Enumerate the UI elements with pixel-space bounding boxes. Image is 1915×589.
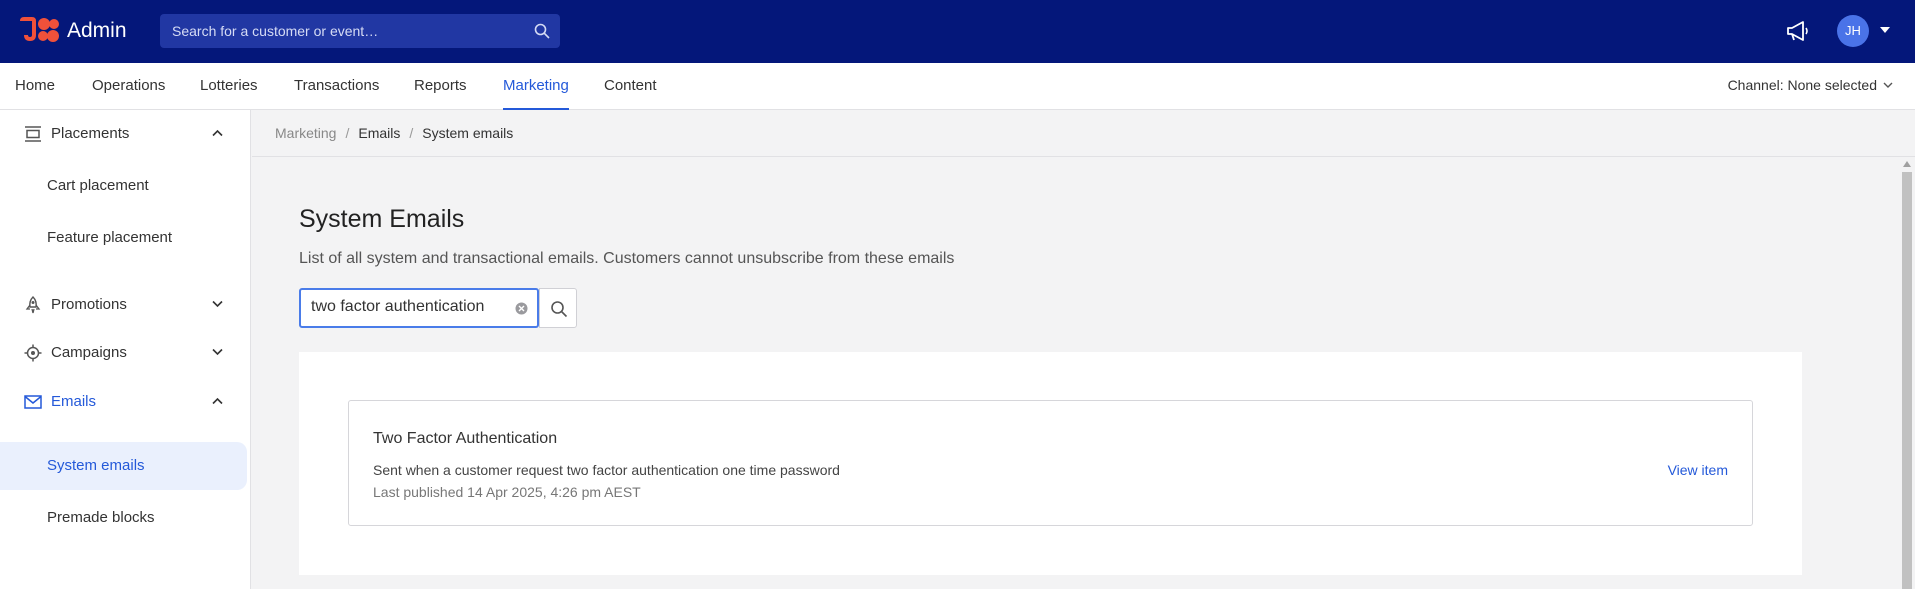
sidebar-item-label: Cart placement bbox=[47, 177, 149, 194]
list-item: Two Factor Authentication Sent when a cu… bbox=[348, 400, 1753, 526]
sidebar-item-label: Premade blocks bbox=[47, 509, 155, 526]
top-header: Admin Search for a customer or event… JH bbox=[0, 0, 1915, 63]
target-icon bbox=[24, 344, 42, 362]
sidebar-item-label: Promotions bbox=[51, 296, 127, 313]
sidebar-item-label: Campaigns bbox=[51, 344, 127, 361]
sidebar-item-feature-placement[interactable]: Feature placement bbox=[0, 214, 247, 262]
sidebar-item-label: Feature placement bbox=[47, 229, 173, 246]
placements-icon bbox=[25, 126, 41, 142]
results-panel: Two Factor Authentication Sent when a cu… bbox=[299, 352, 1802, 575]
chevron-up-icon bbox=[212, 397, 223, 405]
sidebar-item-campaigns[interactable]: Campaigns bbox=[0, 329, 247, 377]
email-description: Sent when a customer request two factor … bbox=[373, 462, 840, 478]
rocket-icon bbox=[25, 296, 41, 314]
sidebar-item-cart-placement[interactable]: Cart placement bbox=[0, 162, 247, 210]
logo-icon[interactable] bbox=[18, 15, 60, 43]
chevron-up-icon bbox=[212, 129, 223, 137]
scrollbar-thumb[interactable] bbox=[1902, 172, 1912, 589]
sidebar-item-premade-blocks[interactable]: Premade blocks bbox=[0, 494, 247, 542]
scrollbar[interactable] bbox=[1899, 157, 1915, 589]
avatar[interactable]: JH bbox=[1837, 15, 1869, 47]
chevron-down-icon bbox=[212, 348, 223, 356]
sidebar-item-system-emails[interactable]: System emails bbox=[0, 442, 247, 490]
breadcrumb-system-emails: System emails bbox=[422, 125, 514, 141]
megaphone-icon[interactable] bbox=[1786, 20, 1810, 42]
envelope-icon bbox=[24, 395, 42, 409]
sidebar: Placements Cart placement Feature placem… bbox=[0, 110, 251, 589]
global-search-input[interactable]: Search for a customer or event… bbox=[160, 14, 560, 48]
global-search-placeholder: Search for a customer or event… bbox=[172, 23, 379, 39]
chevron-down-icon bbox=[212, 300, 223, 308]
email-last-published: Last published 14 Apr 2025, 4:26 pm AEST bbox=[373, 484, 641, 500]
tab-content[interactable]: Content bbox=[604, 63, 657, 110]
search-icon bbox=[551, 301, 568, 318]
tab-reports[interactable]: Reports bbox=[414, 63, 467, 110]
breadcrumb-bar: Marketing / Emails / System emails bbox=[252, 110, 1915, 157]
breadcrumb-emails[interactable]: Emails bbox=[358, 125, 400, 141]
breadcrumb-separator: / bbox=[409, 125, 414, 141]
tab-transactions[interactable]: Transactions bbox=[294, 63, 379, 110]
page-title: System Emails bbox=[299, 205, 465, 233]
sidebar-item-label: Placements bbox=[51, 125, 130, 142]
page-description: List of all system and transactional ema… bbox=[299, 250, 955, 267]
scroll-up-icon[interactable] bbox=[1903, 161, 1911, 167]
email-search-input[interactable] bbox=[311, 298, 506, 316]
breadcrumb: Marketing / Emails / System emails bbox=[275, 125, 513, 141]
sidebar-item-emails[interactable]: Emails bbox=[0, 378, 247, 426]
view-item-link[interactable]: View item bbox=[1668, 462, 1728, 478]
breadcrumb-marketing[interactable]: Marketing bbox=[275, 125, 336, 141]
sidebar-item-promotions[interactable]: Promotions bbox=[0, 281, 247, 329]
tab-operations[interactable]: Operations bbox=[92, 63, 165, 110]
channel-selector[interactable]: Channel: None selected bbox=[1728, 77, 1893, 93]
tab-home[interactable]: Home bbox=[15, 63, 55, 110]
chevron-down-icon bbox=[1883, 82, 1893, 88]
chevron-down-icon[interactable] bbox=[1879, 25, 1891, 35]
sidebar-item-placements[interactable]: Placements bbox=[0, 110, 247, 158]
main-nav: Home Operations Lotteries Transactions R… bbox=[0, 63, 1915, 110]
email-title: Two Factor Authentication bbox=[373, 430, 558, 447]
clear-icon[interactable] bbox=[515, 302, 528, 315]
breadcrumb-separator: / bbox=[345, 125, 350, 141]
email-search-field[interactable] bbox=[299, 288, 539, 328]
search-icon[interactable] bbox=[534, 23, 550, 39]
sidebar-item-label: Emails bbox=[51, 393, 97, 410]
sidebar-item-label: System emails bbox=[47, 457, 145, 474]
search-button[interactable] bbox=[539, 288, 577, 328]
tab-marketing[interactable]: Marketing bbox=[503, 63, 569, 110]
app-name: Admin bbox=[67, 19, 127, 42]
channel-label: Channel: None selected bbox=[1727, 77, 1877, 93]
tab-lotteries[interactable]: Lotteries bbox=[200, 63, 258, 110]
